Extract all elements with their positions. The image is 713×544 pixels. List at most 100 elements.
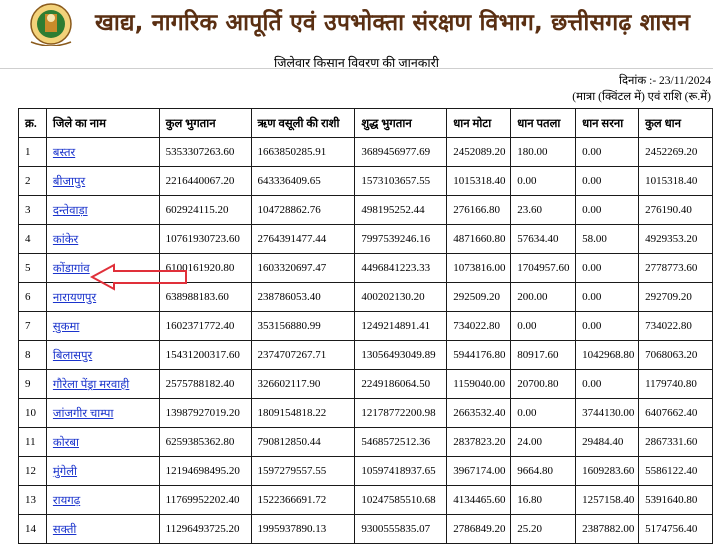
report-date: दिनांक :- 23/11/2024 [618,75,711,87]
cell-total-paddy: 2867331.60 [638,427,713,457]
cell-total-paddy: 4929353.20 [638,224,713,254]
cell-total-payment: 12194698495.20 [158,456,252,486]
cell-paddy-sarna: 0.00 [575,166,640,196]
cell-sno: 4 [18,224,47,254]
district-link[interactable]: नारायणपुर [53,292,96,304]
cell-total-payment: 10761930723.60 [158,224,252,254]
table-row: 10 जांजगीर चाम्पा 13987927019.20 1809154818… [18,398,713,428]
cell-loan-recovery: 326602117.90 [250,369,356,399]
cell-net-payment: 10597418937.65 [354,456,448,486]
cell-net-payment: 3689456977.69 [354,137,448,167]
district-link[interactable]: सक्ती [53,524,76,536]
district-link[interactable]: कांकेर [53,234,78,246]
district-link[interactable]: दन्तेवाड़ा [53,205,88,217]
cell-net-payment: 12178772200.98 [354,398,448,428]
cell-sno: 3 [18,195,47,225]
cell-paddy-sarna: 0.00 [575,311,640,341]
table-row: 1 बस्तर 5353307263.60 1663850285.91 36894569… [18,137,713,167]
table-row: 5 कोंडागांव 6100161920.80 1603320697.47 4496… [18,253,713,283]
cell-district: नारायणपुर [45,282,160,312]
cell-paddy-fine: 200.00 [510,282,577,312]
cell-total-paddy: 2452269.20 [638,137,713,167]
cell-sno: 2 [18,166,47,196]
district-link[interactable]: कोंडागांव [53,263,90,275]
district-link[interactable]: रायगढ़ [53,495,80,507]
cell-sno: 11 [18,427,47,457]
cell-paddy-fine: 0.00 [510,166,577,196]
cell-paddy-coarse: 4134465.60 [446,485,512,515]
cell-paddy-sarna: 2387882.00 [575,514,640,544]
district-farmer-table: क्र. जिले का नाम कुल भुगतान ऋण वसूली की … [18,108,713,544]
district-link[interactable]: बीजापुर [53,176,85,188]
cell-paddy-coarse: 4871660.80 [446,224,512,254]
cell-paddy-sarna: 1257158.40 [575,485,640,515]
cell-total-payment: 602924115.20 [158,195,252,225]
col-header-total-payment: कुल भुगतान [158,108,252,138]
cell-loan-recovery: 790812850.44 [250,427,356,457]
cell-net-payment: 5468572512.36 [354,427,448,457]
cell-loan-recovery: 1597279557.55 [250,456,356,486]
cell-total-paddy: 6407662.40 [638,398,713,428]
divider [0,68,713,69]
cell-total-paddy: 276190.40 [638,195,713,225]
cell-loan-recovery: 353156880.99 [250,311,356,341]
cell-loan-recovery: 238786053.40 [250,282,356,312]
cell-district: कोंडागांव [45,253,160,283]
cell-paddy-sarna: 0.00 [575,282,640,312]
cell-total-paddy: 5391640.80 [638,485,713,515]
cell-loan-recovery: 1522366691.72 [250,485,356,515]
cell-total-paddy: 1179740.80 [638,369,713,399]
cell-paddy-coarse: 2837823.20 [446,427,512,457]
cell-district: सुकमा [45,311,160,341]
cell-total-paddy: 5174756.40 [638,514,713,544]
cell-total-paddy: 292709.20 [638,282,713,312]
cell-total-payment: 6259385362.80 [158,427,252,457]
cell-district: जांजगीर चाम्पा [45,398,160,428]
district-link[interactable]: मुंगेली [53,466,77,478]
cell-district: कोरबा [45,427,160,457]
district-link[interactable]: कोरबा [53,437,79,449]
table-row: 12 मुंगेली 12194698495.20 1597279557.55 1059… [18,456,713,486]
cell-district: बीजापुर [45,166,160,196]
cell-paddy-coarse: 2663532.40 [446,398,512,428]
cell-paddy-fine: 0.00 [510,398,577,428]
cell-paddy-sarna: 0.00 [575,137,640,167]
table-row: 9 गौरेला पेंड्रा मरवाही 2575788182.40 32660… [18,369,713,399]
cell-paddy-fine: 16.80 [510,485,577,515]
cell-paddy-fine: 80917.60 [510,340,577,370]
district-link[interactable]: सुकमा [53,321,79,333]
cell-paddy-sarna: 0.00 [575,253,640,283]
cell-sno: 13 [18,485,47,515]
cell-paddy-coarse: 276166.80 [446,195,512,225]
table-row: 14 सक्ती 11296493725.20 1995937890.13 930055… [18,514,713,544]
col-header-district: जिले का नाम [45,108,160,138]
district-link[interactable]: बस्तर [53,147,75,159]
cell-total-paddy: 7068063.20 [638,340,713,370]
col-header-paddy-coarse: धान मोटा [446,108,512,138]
cell-loan-recovery: 2764391477.44 [250,224,356,254]
district-link[interactable]: जांजगीर चाम्पा [53,408,114,420]
cell-total-paddy: 734022.80 [638,311,713,341]
table-row: 11 कोरबा 6259385362.80 790812850.44 54685725… [18,427,713,457]
cell-net-payment: 7997539246.16 [354,224,448,254]
col-header-net-payment: शुद्ध भुगतान [354,108,448,138]
district-link[interactable]: गौरेला पेंड्रा मरवाही [53,379,129,391]
cell-district: बस्तर [45,137,160,167]
cell-paddy-coarse: 3967174.00 [446,456,512,486]
cell-paddy-coarse: 2786849.20 [446,514,512,544]
cell-net-payment: 400202130.20 [354,282,448,312]
cell-paddy-fine: 20700.80 [510,369,577,399]
cell-total-payment: 2216440067.20 [158,166,252,196]
cell-total-payment: 6100161920.80 [158,253,252,283]
cell-paddy-coarse: 1159040.00 [446,369,512,399]
col-header-total-paddy: कुल धान [638,108,713,138]
cell-sno: 5 [18,253,47,283]
cell-total-payment: 11769952202.40 [158,485,252,515]
department-title: खाद्य, नागरिक आपूर्ति एवं उपभोक्ता संरक्… [95,10,691,36]
district-link[interactable]: बिलासपुर [53,350,92,362]
table-row: 8 बिलासपुर 15431200317.60 2374707267.71 1305… [18,340,713,370]
table-row: 4 कांकेर 10761930723.60 2764391477.44 799753… [18,224,713,254]
cell-total-paddy: 5586122.40 [638,456,713,486]
table-row: 6 नारायणपुर 638988183.60 238786053.40 400202… [18,282,713,312]
cell-district: मुंगेली [45,456,160,486]
